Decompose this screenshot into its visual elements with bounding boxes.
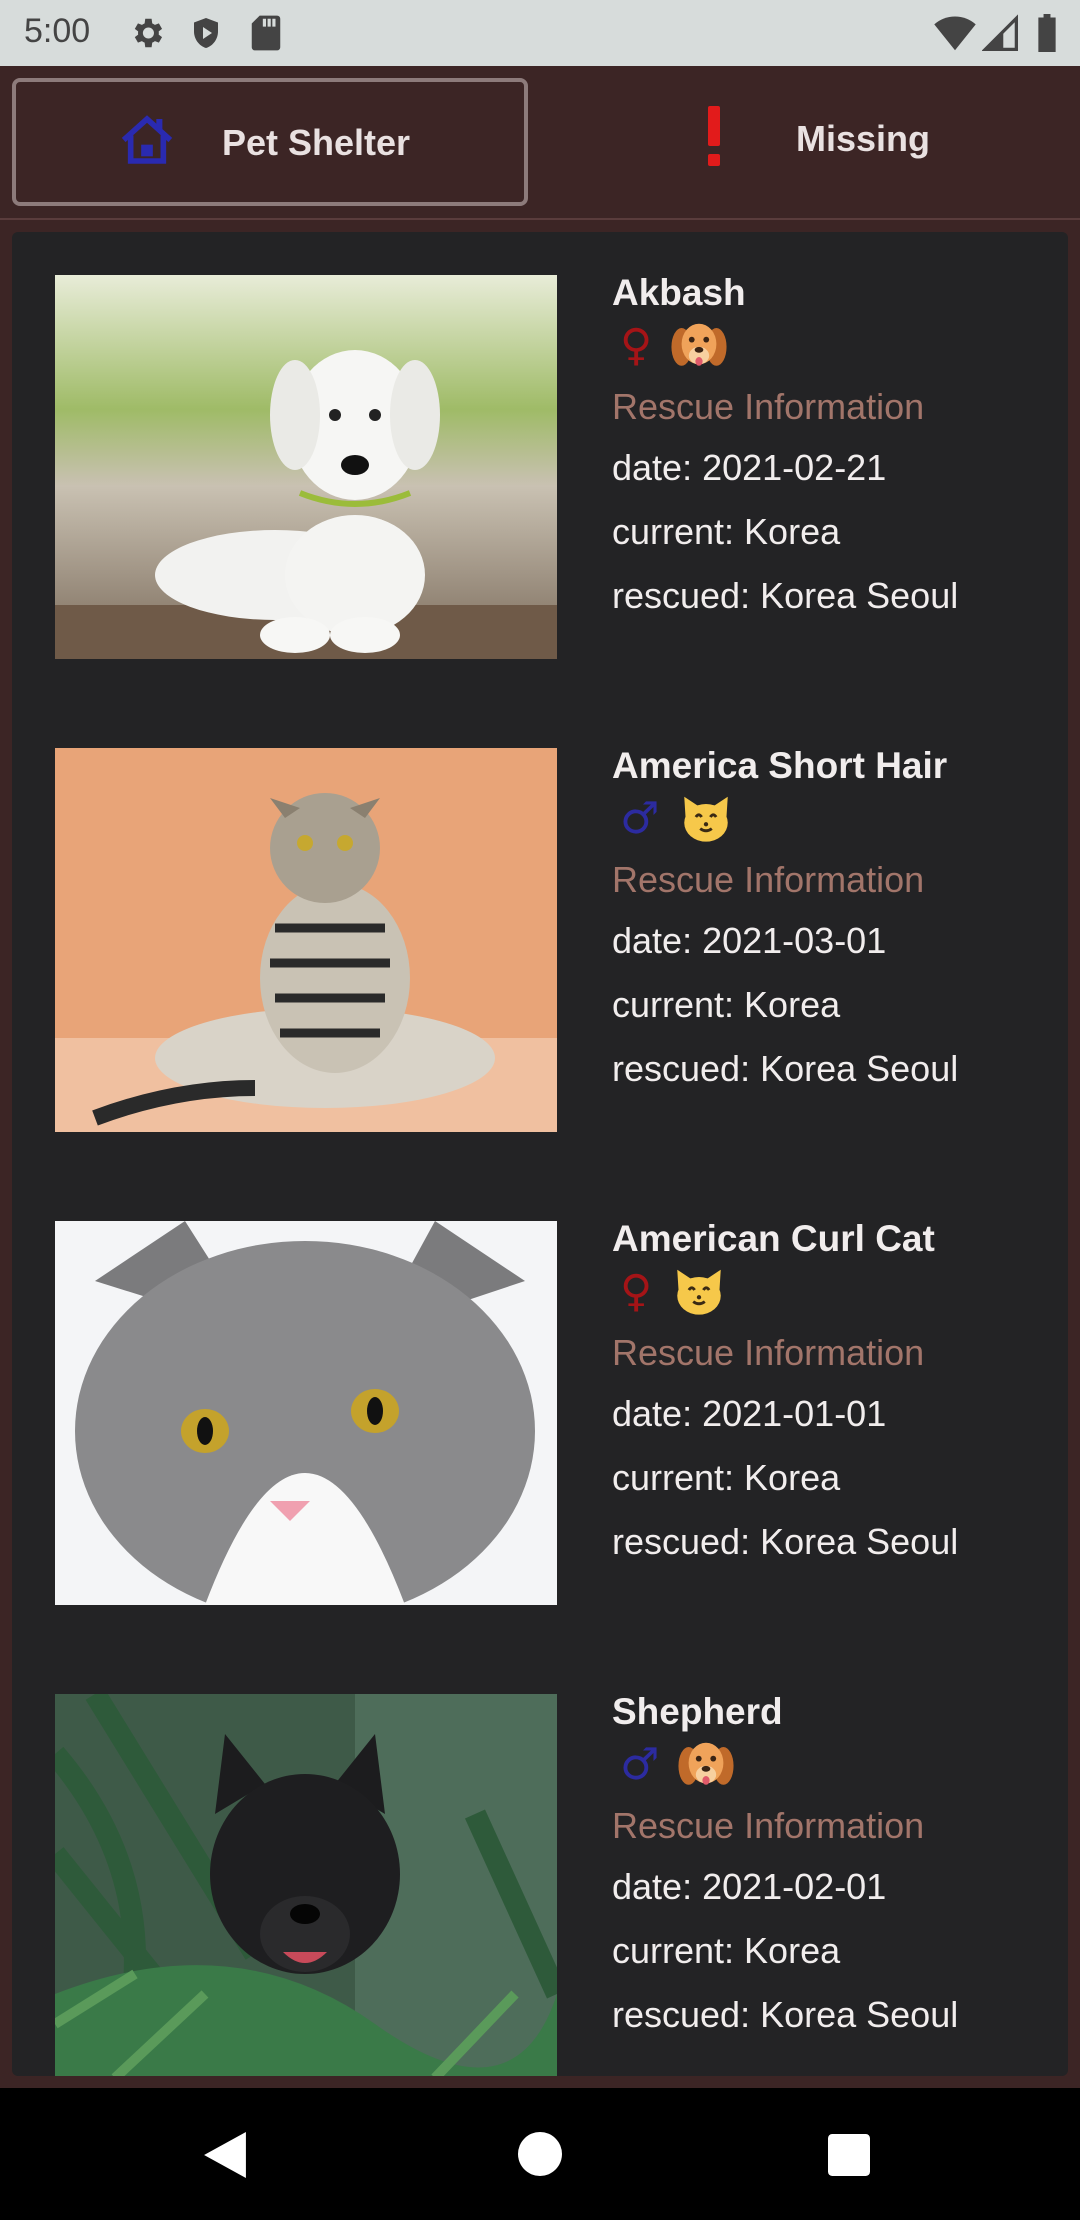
house-icon bbox=[118, 112, 176, 172]
dog-face-icon bbox=[677, 1734, 735, 1796]
pet-card[interactable]: Shepherd ♂ Rescue Information date: 2021… bbox=[12, 1651, 1068, 2076]
rescue-info-title: Rescue Information bbox=[612, 859, 925, 900]
shield-icon bbox=[188, 14, 224, 56]
status-bar: 5:00 bbox=[0, 0, 1080, 66]
tab-missing[interactable]: Missing bbox=[556, 78, 1072, 206]
rescue-info-title: Rescue Information bbox=[612, 386, 925, 427]
home-icon[interactable] bbox=[518, 2132, 562, 2180]
tab-pet-shelter[interactable]: Pet Shelter bbox=[12, 78, 528, 206]
cat-face-icon bbox=[677, 788, 735, 850]
current-location: current: Korea bbox=[612, 1457, 841, 1498]
pet-info: America Short Hair ♂ Rescue Information … bbox=[612, 743, 1052, 1101]
back-icon[interactable] bbox=[204, 2132, 246, 2182]
rescue-info-title: Rescue Information bbox=[612, 1332, 925, 1373]
pet-tags: ♂ bbox=[612, 1735, 1052, 1795]
recents-icon[interactable] bbox=[828, 2134, 870, 2180]
cat-face-icon bbox=[670, 1261, 728, 1323]
pet-name: Akbash bbox=[612, 272, 746, 313]
pet-card[interactable]: Akbash ♀ Rescue Information date: 2021-0… bbox=[12, 232, 1068, 704]
male-icon: ♂ bbox=[620, 1739, 660, 1790]
rescued-location: rescued: Korea Seoul bbox=[612, 1521, 959, 1562]
rescue-date: date: 2021-02-21 bbox=[612, 447, 887, 488]
rescued-location: rescued: Korea Seoul bbox=[612, 1994, 959, 2035]
dog-face-icon bbox=[670, 315, 728, 377]
rescue-date: date: 2021-02-01 bbox=[612, 1866, 887, 1907]
pet-info: American Curl Cat ♀ Rescue Information d… bbox=[612, 1216, 1052, 1574]
rescue-date: date: 2021-01-01 bbox=[612, 1393, 887, 1434]
current-location: current: Korea bbox=[612, 511, 841, 552]
status-time: 5:00 bbox=[24, 12, 91, 50]
pet-photo bbox=[55, 275, 557, 659]
exclamation-icon bbox=[704, 106, 724, 170]
signal-icon bbox=[981, 14, 1018, 56]
pet-card[interactable]: America Short Hair ♂ Rescue Information … bbox=[12, 705, 1068, 1177]
top-tab-bar: Pet Shelter Missing bbox=[0, 66, 1080, 220]
pet-tags: ♀ bbox=[612, 316, 1052, 376]
pet-info: Shepherd ♂ Rescue Information date: 2021… bbox=[612, 1689, 1052, 2047]
sd-card-icon bbox=[250, 14, 282, 56]
male-icon: ♂ bbox=[620, 793, 660, 844]
pet-info: Akbash ♀ Rescue Information date: 2021-0… bbox=[612, 270, 1052, 628]
tab-label: Pet Shelter bbox=[222, 122, 411, 163]
pet-tags: ♀ bbox=[612, 1262, 1052, 1322]
pet-card[interactable]: American Curl Cat ♀ Rescue Information d… bbox=[12, 1178, 1068, 1650]
battery-icon bbox=[1036, 14, 1058, 56]
pet-photo bbox=[55, 1221, 557, 1605]
female-icon: ♀ bbox=[620, 1266, 653, 1317]
rescued-location: rescued: Korea Seoul bbox=[612, 575, 959, 616]
pet-name: American Curl Cat bbox=[612, 1218, 935, 1259]
pet-photo bbox=[55, 1694, 557, 2076]
current-location: current: Korea bbox=[612, 984, 841, 1025]
rescue-info-title: Rescue Information bbox=[612, 1805, 925, 1846]
pet-tags: ♂ bbox=[612, 789, 1052, 849]
gear-icon bbox=[128, 14, 166, 56]
pet-name: Shepherd bbox=[612, 1691, 783, 1732]
rescued-location: rescued: Korea Seoul bbox=[612, 1048, 959, 1089]
system-nav-bar bbox=[0, 2088, 1080, 2220]
pet-list[interactable]: Akbash ♀ Rescue Information date: 2021-0… bbox=[12, 232, 1068, 2076]
pet-name: America Short Hair bbox=[612, 745, 948, 786]
current-location: current: Korea bbox=[612, 1930, 841, 1971]
pet-photo bbox=[55, 748, 557, 1132]
wifi-icon bbox=[934, 14, 976, 56]
tab-label: Missing bbox=[796, 118, 931, 159]
female-icon: ♀ bbox=[620, 320, 653, 371]
rescue-date: date: 2021-03-01 bbox=[612, 920, 887, 961]
